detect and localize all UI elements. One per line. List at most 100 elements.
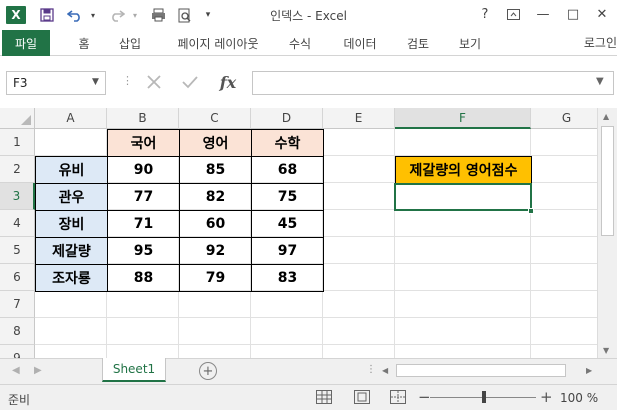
add-sheet-button[interactable]: +: [199, 362, 217, 380]
zoom-slider-thumb[interactable]: [482, 391, 486, 403]
score-cell[interactable]: 79: [179, 264, 252, 292]
worksheet-grid[interactable]: A B C D E F G 1 2 3 4 5 6 7 8 9 국어 영어 수학…: [0, 108, 597, 358]
empty-cell[interactable]: [531, 264, 597, 291]
empty-cell[interactable]: [107, 345, 179, 358]
column-header-c[interactable]: C: [179, 108, 251, 129]
empty-cell[interactable]: [323, 345, 395, 358]
empty-cell[interactable]: [179, 291, 251, 318]
help-button[interactable]: ?: [472, 4, 498, 24]
empty-cell[interactable]: [531, 237, 597, 264]
empty-cell[interactable]: [323, 237, 395, 264]
empty-cell[interactable]: [531, 156, 597, 183]
row-header-6[interactable]: 6: [0, 264, 35, 291]
column-header-a[interactable]: A: [35, 108, 107, 129]
empty-cell[interactable]: [251, 318, 323, 345]
empty-cell[interactable]: [395, 237, 531, 264]
score-cell[interactable]: 68: [251, 156, 324, 184]
column-header-f[interactable]: F: [395, 108, 531, 129]
scroll-up-icon[interactable]: ▲: [603, 112, 609, 121]
page-layout-view-icon[interactable]: [354, 390, 370, 404]
zoom-out-button[interactable]: −: [418, 388, 431, 406]
tab-page-layout[interactable]: 페이지 레이아웃: [166, 30, 270, 56]
sheet-tab-sheet1[interactable]: Sheet1: [102, 358, 166, 382]
formula-input[interactable]: [252, 71, 614, 95]
empty-cell[interactable]: [531, 291, 597, 318]
student-name-cell[interactable]: 제갈량: [35, 237, 108, 265]
empty-cell[interactable]: [179, 345, 251, 358]
empty-cell[interactable]: [251, 345, 323, 358]
empty-cell[interactable]: [323, 318, 395, 345]
row-header-8[interactable]: 8: [0, 318, 35, 345]
row-header-1[interactable]: 1: [0, 129, 35, 156]
quick-print-icon[interactable]: [148, 5, 170, 25]
scroll-left-icon[interactable]: ◀: [382, 366, 388, 375]
empty-cell[interactable]: [251, 291, 323, 318]
horizontal-scrollbar[interactable]: ◀ ▶: [378, 363, 600, 379]
undo-dropdown-icon[interactable]: ▾: [88, 5, 98, 25]
redo-icon[interactable]: [106, 5, 128, 25]
horizontal-scroll-thumb[interactable]: [396, 364, 566, 377]
score-cell[interactable]: 82: [179, 183, 252, 211]
tab-view[interactable]: 보기: [452, 30, 488, 56]
subject-header[interactable]: 영어: [179, 129, 252, 157]
insert-function-icon[interactable]: fx: [214, 70, 242, 94]
empty-cell[interactable]: [395, 291, 531, 318]
confirm-entry-icon[interactable]: [176, 70, 204, 94]
empty-cell[interactable]: [35, 291, 107, 318]
next-sheet-icon[interactable]: ▶: [34, 365, 42, 376]
score-cell[interactable]: 97: [251, 237, 324, 265]
subject-header[interactable]: 국어: [107, 129, 180, 157]
student-name-cell[interactable]: 유비: [35, 156, 108, 184]
tab-home[interactable]: 홈: [70, 30, 98, 56]
cancel-entry-icon[interactable]: [140, 70, 168, 94]
empty-cell[interactable]: [35, 129, 107, 156]
score-cell[interactable]: 83: [251, 264, 324, 292]
empty-cell[interactable]: [35, 318, 107, 345]
score-cell[interactable]: 88: [107, 264, 180, 292]
subject-header[interactable]: 수학: [251, 129, 324, 157]
empty-cell[interactable]: [395, 129, 531, 156]
empty-cell[interactable]: [323, 183, 395, 210]
tab-data[interactable]: 데이터: [336, 30, 384, 56]
score-cell[interactable]: 71: [107, 210, 180, 238]
empty-cell[interactable]: [531, 210, 597, 237]
score-cell[interactable]: 75: [251, 183, 324, 211]
score-cell[interactable]: 90: [107, 156, 180, 184]
student-name-cell[interactable]: 장비: [35, 210, 108, 238]
fill-handle[interactable]: [528, 208, 534, 214]
empty-cell[interactable]: [395, 345, 531, 358]
empty-cell[interactable]: [107, 318, 179, 345]
row-header-3[interactable]: 3: [0, 183, 35, 210]
column-header-g[interactable]: G: [531, 108, 597, 129]
score-cell[interactable]: 60: [179, 210, 252, 238]
column-header-d[interactable]: D: [251, 108, 323, 129]
student-name-cell[interactable]: 조자룡: [35, 264, 108, 292]
empty-cell[interactable]: [323, 264, 395, 291]
scroll-down-icon[interactable]: ▼: [603, 346, 609, 355]
excel-logo-icon[interactable]: X: [6, 6, 26, 24]
score-cell[interactable]: 85: [179, 156, 252, 184]
empty-cell[interactable]: [323, 291, 395, 318]
row-header-7[interactable]: 7: [0, 291, 35, 318]
score-cell[interactable]: 77: [107, 183, 180, 211]
empty-cell[interactable]: [395, 318, 531, 345]
score-cell[interactable]: 92: [179, 237, 252, 265]
tab-file[interactable]: 파일: [2, 30, 50, 56]
print-preview-icon[interactable]: [174, 5, 196, 25]
select-all-button[interactable]: [0, 108, 35, 129]
customize-toolbar-icon[interactable]: ▾: [202, 5, 214, 25]
close-button[interactable]: ✕: [589, 4, 615, 24]
empty-cell[interactable]: [531, 318, 597, 345]
row-header-4[interactable]: 4: [0, 210, 35, 237]
page-break-preview-icon[interactable]: [390, 390, 406, 404]
score-cell[interactable]: 95: [107, 237, 180, 265]
tab-formulas[interactable]: 수식: [282, 30, 318, 56]
column-header-b[interactable]: B: [107, 108, 179, 129]
name-box-dropdown-icon[interactable]: ▼: [92, 77, 99, 87]
save-icon[interactable]: [36, 5, 58, 25]
empty-cell[interactable]: [179, 318, 251, 345]
zoom-level[interactable]: 100 %: [560, 391, 598, 405]
empty-cell[interactable]: [395, 264, 531, 291]
minimize-button[interactable]: —: [530, 4, 556, 24]
tab-insert[interactable]: 삽입: [112, 30, 148, 56]
